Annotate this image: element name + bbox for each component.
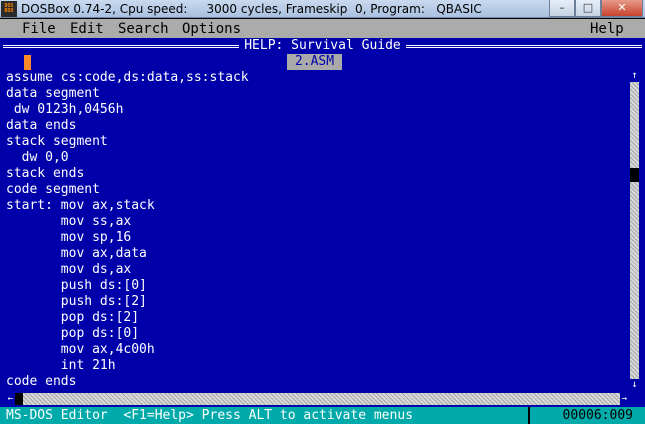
menu-edit[interactable]: Edit bbox=[70, 21, 104, 37]
code-line[interactable]: mov ax,data bbox=[6, 246, 626, 262]
code-line[interactable]: data ends bbox=[6, 118, 626, 134]
minimize-button[interactable]: – bbox=[549, 0, 575, 17]
help-window-title: HELP: Survival Guide bbox=[239, 38, 406, 53]
status-bar: MS-DOS Editor <F1=Help> Press ALT to act… bbox=[0, 407, 645, 424]
vertical-scroll-thumb[interactable] bbox=[630, 168, 639, 182]
status-divider bbox=[528, 407, 530, 424]
code-line[interactable]: pop ds:[2] bbox=[6, 310, 626, 326]
text-cursor bbox=[24, 55, 31, 70]
menu-help[interactable]: Help bbox=[590, 21, 624, 37]
horizontal-scroll-thumb[interactable] bbox=[15, 393, 23, 405]
cursor-position: 00006:009 bbox=[562, 408, 633, 423]
menu-file[interactable]: File bbox=[22, 21, 56, 37]
code-line[interactable]: mov ax,4c00h bbox=[6, 342, 626, 358]
menu-search[interactable]: Search bbox=[118, 21, 169, 37]
scroll-right-arrow-icon[interactable]: → bbox=[620, 393, 629, 405]
code-line[interactable]: mov ds,ax bbox=[6, 262, 626, 278]
menu-options[interactable]: Options bbox=[182, 21, 241, 37]
file-tab[interactable]: 2.ASM bbox=[287, 54, 342, 70]
code-line[interactable]: push ds:[2] bbox=[6, 294, 626, 310]
help-window: HELP: Survival Guide 2.ASM assume cs:cod… bbox=[0, 38, 645, 408]
window-controls: – □ ✕ bbox=[549, 0, 643, 17]
code-line[interactable]: mov sp,16 bbox=[6, 230, 626, 246]
code-line[interactable]: code ends bbox=[6, 374, 626, 390]
vertical-scrollbar[interactable]: ↑ ↓ bbox=[630, 70, 639, 391]
code-line[interactable]: mov ss,ax bbox=[6, 214, 626, 230]
code-line[interactable]: assume cs:code,ds:data,ss:stack bbox=[6, 70, 626, 86]
help-window-title-wrap: HELP: Survival Guide bbox=[0, 38, 645, 54]
scroll-up-arrow-icon[interactable]: ↑ bbox=[630, 70, 639, 82]
code-line[interactable]: int 21h bbox=[6, 358, 626, 374]
code-line[interactable]: push ds:[0] bbox=[6, 278, 626, 294]
code-line[interactable]: dw 0123h,0456h bbox=[6, 102, 626, 118]
code-line[interactable]: data segment bbox=[6, 86, 626, 102]
icon-text-bottom: BOX bbox=[4, 7, 14, 14]
menu-bar: File Edit Search Options Help bbox=[0, 19, 645, 38]
dosbox-app-icon: DOS BOX bbox=[1, 0, 17, 17]
dos-screen: File Edit Search Options Help HELP: Surv… bbox=[0, 19, 645, 424]
status-message: MS-DOS Editor <F1=Help> Press ALT to act… bbox=[6, 408, 413, 423]
window-title: DOSBox 0.74-2, Cpu speed: 3000 cycles, F… bbox=[21, 1, 482, 16]
maximize-button[interactable]: □ bbox=[575, 0, 601, 17]
code-line[interactable]: pop ds:[0] bbox=[6, 326, 626, 342]
code-line[interactable]: dw 0,0 bbox=[6, 150, 626, 166]
window-title-bar[interactable]: DOS BOX DOSBox 0.74-2, Cpu speed: 3000 c… bbox=[0, 0, 645, 18]
scroll-down-arrow-icon[interactable]: ↓ bbox=[630, 379, 639, 391]
scroll-left-arrow-icon[interactable]: ← bbox=[6, 393, 15, 405]
code-line[interactable]: stack segment bbox=[6, 134, 626, 150]
horizontal-scrollbar[interactable]: ← → bbox=[6, 393, 629, 405]
code-line[interactable]: stack ends bbox=[6, 166, 626, 182]
code-line[interactable]: start: mov ax,stack bbox=[6, 198, 626, 214]
code-editor[interactable]: assume cs:code,ds:data,ss:stack data seg… bbox=[6, 70, 626, 390]
code-line[interactable]: code segment bbox=[6, 182, 626, 198]
close-button[interactable]: ✕ bbox=[601, 0, 643, 17]
